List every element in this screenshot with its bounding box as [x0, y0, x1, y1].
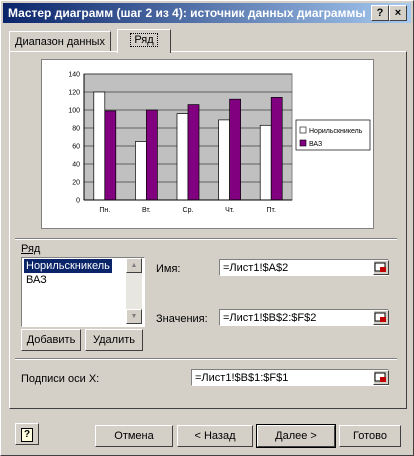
add-series-button[interactable]: Добавить	[21, 329, 81, 351]
legend-swatch	[299, 126, 307, 134]
x-tick-label: Вт.	[142, 207, 151, 214]
window-title: Мастер диаграмм (шаг 2 из 4): источник д…	[8, 6, 366, 20]
help-icon[interactable]: ?	[15, 423, 39, 445]
series-label: Ряд	[21, 243, 41, 255]
bar	[93, 91, 106, 201]
y-tick-label: 140	[68, 72, 80, 79]
separator	[15, 358, 397, 360]
y-tick-label: 20	[72, 180, 80, 187]
scroll-down-icon[interactable]: ▼	[126, 309, 142, 324]
legend	[295, 119, 371, 151]
x-tick-label: Пн.	[99, 207, 110, 214]
close-button[interactable]: ×	[389, 5, 407, 21]
range-select-icon[interactable]	[373, 310, 389, 325]
bar	[270, 97, 283, 201]
bar	[259, 124, 272, 201]
bar	[176, 113, 189, 201]
scroll-up-icon[interactable]: ▲	[126, 258, 142, 273]
y-tick-label: 0	[76, 198, 80, 205]
bar	[218, 119, 230, 201]
list-item[interactable]: ВАЗ	[24, 273, 49, 287]
back-button[interactable]: < Назад	[177, 425, 253, 447]
cancel-button[interactable]: Отмена	[95, 425, 173, 447]
values-label: Значения:	[156, 313, 208, 325]
next-button[interactable]: Далее >	[256, 424, 336, 448]
x-tick-label: Пт.	[266, 207, 275, 214]
separator	[15, 238, 397, 240]
range-select-icon[interactable]	[373, 370, 389, 385]
bar-chart: 0 20 40 60 80 100 120 140 Пн. Вт. Ср. Чт. Пт. Норильс…	[68, 72, 371, 214]
bar	[187, 104, 200, 201]
tab-series-label: Ряд	[130, 33, 158, 47]
x-tick-label: Чт.	[225, 207, 234, 214]
legend-label: Норильскникель	[309, 128, 363, 135]
tab-series[interactable]: Ряд	[117, 29, 171, 53]
x-tick-label: Ср.	[183, 207, 194, 214]
bar	[229, 98, 241, 201]
name-field[interactable]: =Лист1!$A$2	[219, 259, 389, 276]
x-labels-label: Подписи оси X:	[21, 373, 100, 385]
y-tick-label: 40	[72, 162, 80, 169]
delete-series-button[interactable]: Удалить	[85, 329, 143, 351]
legend-label: ВАЗ	[309, 141, 322, 148]
series-list[interactable]: Норильскникель ВАЗ ▲ ▼	[21, 257, 145, 327]
y-tick-label: 60	[72, 144, 80, 151]
list-item[interactable]: Норильскникель	[24, 259, 112, 273]
title-bar: Мастер диаграмм (шаг 2 из 4): источник д…	[3, 3, 411, 23]
help-glyph: ?	[21, 428, 33, 442]
help-title-button[interactable]: ?	[371, 5, 389, 21]
list-scrollbar[interactable]: ▲ ▼	[126, 258, 142, 324]
x-labels-field[interactable]: =Лист1!$B$1:$F$1	[191, 369, 389, 386]
chart-preview: 0 20 40 60 80 100 120 140 Пн. Вт. Ср. Чт. Пт. Норильс…	[41, 59, 374, 229]
bar	[146, 109, 158, 201]
bar	[135, 141, 147, 201]
chart-wizard-dialog: Мастер диаграмм (шаг 2 из 4): источник д…	[0, 0, 414, 456]
finish-button[interactable]: Готово	[339, 425, 401, 447]
y-tick-label: 120	[68, 90, 80, 97]
legend-swatch	[299, 139, 307, 147]
range-select-icon[interactable]	[373, 260, 389, 275]
name-label: Имя:	[156, 263, 181, 275]
bar	[104, 110, 117, 201]
y-tick-label: 80	[72, 126, 80, 133]
values-field[interactable]: =Лист1!$B$2:$F$2	[219, 309, 389, 326]
tab-data-range[interactable]: Диапазон данных	[9, 31, 111, 52]
y-tick-label: 100	[68, 108, 80, 115]
